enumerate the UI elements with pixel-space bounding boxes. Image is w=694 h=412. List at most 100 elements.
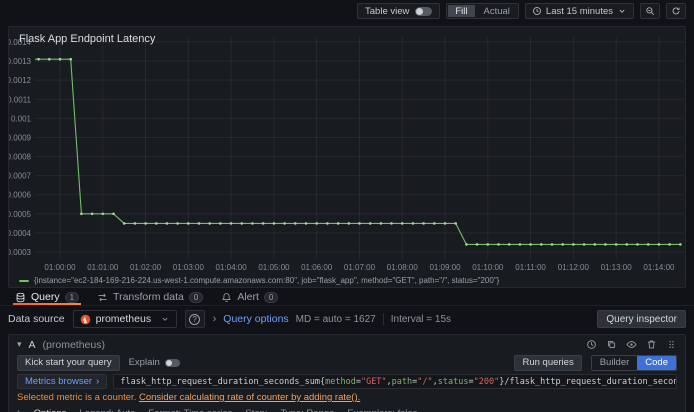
svg-text:01:12:00: 01:12:00 bbox=[558, 263, 590, 272]
drag-handle-icon[interactable] bbox=[666, 339, 677, 350]
query-editor-row: Metrics browser › flask_http_request_dur… bbox=[9, 374, 685, 391]
promql-token: path bbox=[391, 376, 413, 387]
svg-text:0.001: 0.001 bbox=[11, 114, 32, 123]
tab-alert[interactable]: Alert 0 bbox=[212, 289, 287, 305]
eye-icon[interactable] bbox=[626, 339, 637, 350]
tab-count-badge: 0 bbox=[188, 291, 204, 303]
svg-text:01:07:00: 01:07:00 bbox=[344, 263, 376, 272]
svg-text:0.0005: 0.0005 bbox=[9, 210, 32, 219]
query-options-label[interactable]: Query options bbox=[223, 313, 288, 325]
tab-transform-data[interactable]: Transform data 0 bbox=[88, 289, 212, 305]
collapse-caret-icon[interactable]: ▾ bbox=[17, 339, 22, 350]
query-inspector-button[interactable]: Query inspector bbox=[597, 310, 686, 328]
svg-text:0.0008: 0.0008 bbox=[9, 153, 32, 162]
time-range-picker[interactable]: Last 15 minutes bbox=[524, 3, 634, 19]
legend-series-marker bbox=[19, 279, 29, 282]
clock-icon bbox=[533, 7, 541, 15]
caret-down-icon bbox=[619, 9, 625, 13]
panel-title[interactable]: Flask App Endpoint Latency bbox=[19, 33, 155, 45]
history-icon[interactable] bbox=[586, 339, 597, 350]
latency-chart[interactable]: 0.00140.00130.00120.00110.0010.00090.000… bbox=[9, 27, 685, 285]
transform-icon bbox=[98, 293, 107, 301]
caret-down-icon bbox=[162, 317, 168, 321]
svg-text:0.0003: 0.0003 bbox=[9, 248, 32, 257]
svg-text:0.0013: 0.0013 bbox=[9, 57, 32, 66]
tab-label: Transform data bbox=[113, 291, 184, 303]
option-summary-item: Type: Range bbox=[281, 408, 335, 412]
explain-control: Explain bbox=[129, 357, 180, 368]
kick-start-query-button[interactable]: Kick start your query bbox=[17, 354, 120, 371]
svg-text:01:10:00: 01:10:00 bbox=[472, 263, 504, 272]
datasource-help-button[interactable]: ? bbox=[184, 310, 205, 328]
max-data-points-value: MD = auto = 1627 bbox=[295, 313, 376, 325]
metrics-browser-button[interactable]: Metrics browser › bbox=[17, 374, 108, 389]
copy-icon[interactable] bbox=[606, 339, 617, 350]
query-ref-id: A bbox=[28, 338, 36, 351]
fill-button[interactable]: Fill bbox=[448, 5, 475, 17]
svg-text:01:13:00: 01:13:00 bbox=[601, 263, 633, 272]
svg-text:01:02:00: 01:02:00 bbox=[130, 263, 162, 272]
database-icon bbox=[16, 292, 25, 302]
editor-tabs: Query 1 Transform data 0 Alert 0 bbox=[0, 289, 694, 306]
svg-text:0.0009: 0.0009 bbox=[9, 133, 32, 142]
promql-input[interactable]: flask_http_request_duration_seconds_sum{… bbox=[113, 374, 677, 389]
datasource-picker[interactable]: prometheus bbox=[72, 310, 177, 328]
fill-actual-group: Fill Actual bbox=[446, 3, 519, 19]
explain-toggle[interactable] bbox=[164, 358, 180, 367]
builder-code-switch: Builder Code bbox=[590, 354, 677, 371]
svg-text:01:01:00: 01:01:00 bbox=[87, 263, 119, 272]
promql-token: method bbox=[325, 376, 356, 387]
datasource-label: Data source bbox=[8, 313, 65, 325]
tab-query[interactable]: Query 1 bbox=[6, 289, 88, 305]
svg-text:01:08:00: 01:08:00 bbox=[387, 263, 419, 272]
svg-text:01:11:00: 01:11:00 bbox=[515, 263, 546, 272]
trash-icon[interactable] bbox=[646, 339, 657, 350]
query-row-header[interactable]: ▾ A (prometheus) bbox=[9, 335, 685, 354]
option-summary-item: Legend: Auto bbox=[79, 408, 135, 412]
query-options-toggle[interactable]: › Query options MD = auto = 1627 Interva… bbox=[213, 313, 451, 325]
svg-text:0.0006: 0.0006 bbox=[9, 191, 32, 200]
promql-token: flask_http_request_duration_seconds_sum bbox=[120, 376, 320, 387]
option-summary-item: Format: Time series bbox=[148, 408, 232, 412]
latency-panel: Flask App Endpoint Latency 0.00140.00130… bbox=[8, 26, 686, 288]
time-range-label: Last 15 minutes bbox=[545, 5, 613, 17]
actual-button[interactable]: Actual bbox=[477, 5, 517, 17]
interval-value: Interval = 15s bbox=[390, 313, 452, 325]
chart-legend: {instance="ec2-184-169-216-224.us-west-1… bbox=[19, 276, 499, 285]
query-options-summary[interactable]: › Options Legend: Auto Format: Time serie… bbox=[9, 403, 685, 412]
option-summary-item: Exemplars: false bbox=[347, 408, 417, 412]
angle-right-icon: › bbox=[96, 375, 100, 387]
promql-token: "GET" bbox=[360, 376, 387, 387]
table-view-toggle[interactable] bbox=[415, 6, 433, 16]
svg-text:01:05:00: 01:05:00 bbox=[258, 263, 290, 272]
angle-right-icon: › bbox=[17, 408, 21, 412]
angle-right-icon: › bbox=[212, 312, 217, 325]
zoom-out-button[interactable] bbox=[640, 3, 660, 19]
tab-count-badge: 0 bbox=[263, 291, 279, 303]
refresh-button[interactable] bbox=[666, 3, 686, 19]
refresh-icon bbox=[672, 7, 680, 15]
promql-token: "/" bbox=[417, 376, 433, 387]
prometheus-icon bbox=[80, 314, 90, 324]
option-summary-item: Step: bbox=[245, 408, 267, 412]
topbar: Table view Fill Actual Last 15 minutes bbox=[0, 0, 694, 22]
builder-option[interactable]: Builder bbox=[592, 356, 638, 370]
svg-text:01:04:00: 01:04:00 bbox=[216, 263, 248, 272]
run-queries-button[interactable]: Run queries bbox=[514, 354, 582, 371]
svg-text:0.0011: 0.0011 bbox=[9, 95, 32, 104]
magnifier-zoom-out-icon bbox=[646, 7, 655, 16]
svg-text:01:00:00: 01:00:00 bbox=[44, 263, 76, 272]
table-view-label: Table view bbox=[365, 5, 410, 17]
promql-token: status bbox=[437, 376, 469, 387]
divider bbox=[382, 313, 384, 325]
svg-text:0.0007: 0.0007 bbox=[9, 172, 32, 181]
metrics-browser-label: Metrics browser bbox=[25, 376, 93, 387]
code-option[interactable]: Code bbox=[637, 355, 676, 370]
query-row-actions bbox=[586, 339, 677, 350]
warning-link[interactable]: Consider calculating rate of counter by … bbox=[139, 392, 360, 403]
query-toolbar: Kick start your query Explain Run querie… bbox=[9, 354, 685, 374]
legend-series-label[interactable]: {instance="ec2-184-169-216-224.us-west-1… bbox=[34, 276, 499, 285]
svg-text:01:14:00: 01:14:00 bbox=[643, 263, 675, 272]
query-datasource-hint: (prometheus) bbox=[42, 338, 105, 351]
options-label[interactable]: Options bbox=[34, 408, 67, 412]
